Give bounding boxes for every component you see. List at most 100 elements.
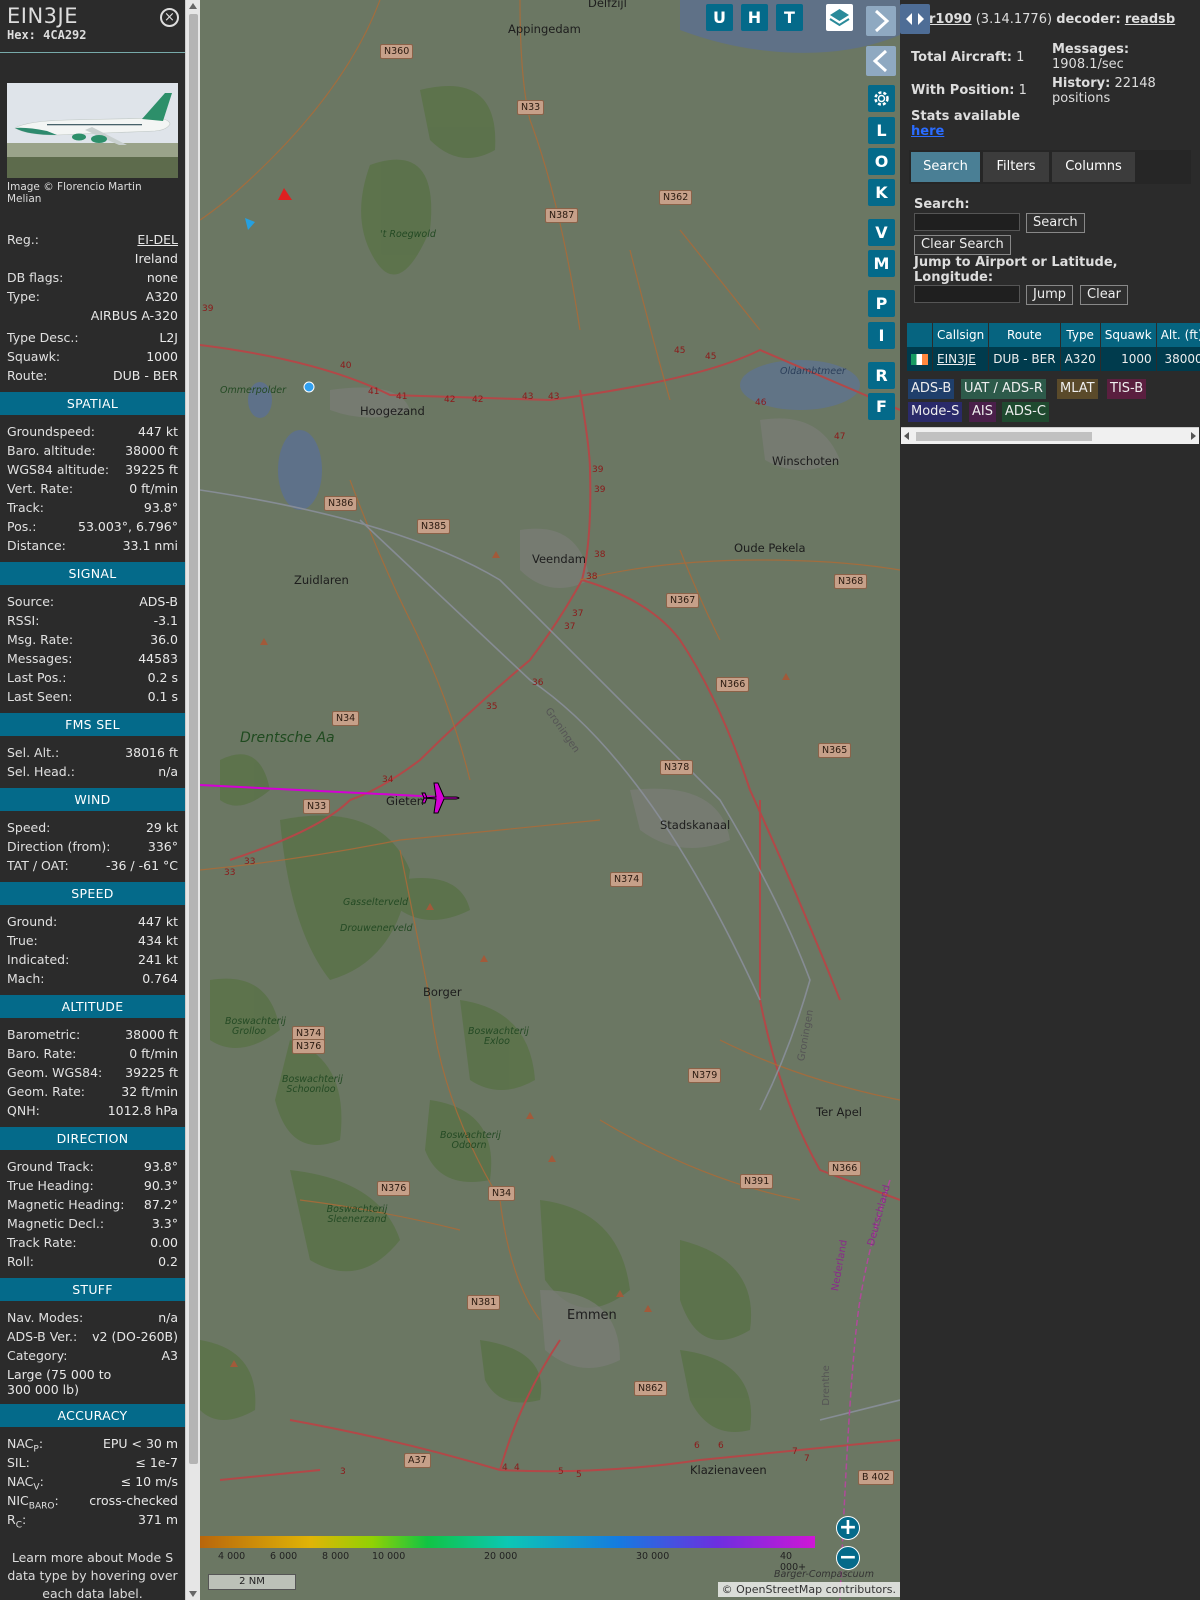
settings-button[interactable]: [868, 85, 895, 112]
map-town-label: Zuidlaren: [294, 573, 349, 587]
close-icon[interactable]: ×: [160, 8, 179, 27]
source-badge-mlat: MLAT: [1057, 379, 1098, 399]
scroll-right-arrow-icon[interactable]: [1191, 432, 1196, 440]
row-label: Sel. Head.:: [7, 764, 75, 779]
scroll-down-arrow-icon[interactable]: [189, 1591, 197, 1597]
info-row: Ground: 447 kt: [7, 912, 178, 931]
road-shield: N366: [828, 1161, 862, 1176]
row-value: 447 kt: [138, 914, 178, 929]
scrollbar-thumb[interactable]: [189, 14, 198, 1464]
row-value: 3.3°: [151, 1216, 178, 1231]
callsign-link[interactable]: EIN3JE: [937, 352, 976, 366]
row-label: Squawk:: [7, 349, 61, 364]
stats-here-link[interactable]: here: [911, 124, 944, 139]
section-rows-altitude: Barometric: 38000 ft Baro. Rate: 0 ft/min Ge…: [0, 1025, 185, 1120]
km-marker: 39: [202, 304, 214, 314]
toggle-p-button[interactable]: P: [868, 290, 895, 317]
row-value: ≤ 10 m/s: [120, 1474, 178, 1489]
scroll-left-arrow-icon[interactable]: [904, 432, 909, 440]
label-text: NIC: [7, 1493, 29, 1508]
tab-columns[interactable]: Columns: [1052, 152, 1135, 182]
row-value: 39225 ft: [125, 1065, 178, 1080]
label-text: NAC: [7, 1474, 34, 1489]
toggle-u-button[interactable]: U: [706, 4, 733, 31]
altitude-tick: 6 000: [270, 1551, 298, 1562]
table-row[interactable]: EIN3JE DUB - BER A320 1000 38000: [907, 347, 1200, 371]
toggle-h-button[interactable]: H: [741, 4, 768, 31]
altitude-tick: 20 000: [484, 1551, 518, 1562]
callsign-cell[interactable]: EIN3JE: [932, 347, 990, 371]
tab-filters[interactable]: Filters: [983, 152, 1049, 182]
app-title: tar1090 (3.14.1776) decoder: readsb: [914, 12, 1175, 27]
section-rows-accuracy: NACP: EPU < 30 m SIL: ≤ 1e-7 NACV: ≤ 10 m/s NI…: [0, 1434, 185, 1531]
expand-right-button[interactable]: [866, 6, 896, 36]
row-label: Source:: [7, 594, 55, 609]
row-label: Sel. Alt.:: [7, 745, 60, 760]
clear-jump-button[interactable]: Clear: [1080, 285, 1128, 305]
section-rows-spatial: Groundspeed: 447 kt Baro. altitude: 38000 f…: [0, 422, 185, 555]
toggle-t-button[interactable]: T: [776, 4, 803, 31]
collapse-left-button[interactable]: [866, 46, 896, 76]
road-shield: N360: [380, 44, 414, 59]
layers-button[interactable]: [826, 4, 853, 31]
photo-credit: Image © Florencio Martin Melian: [7, 181, 142, 205]
search-button[interactable]: Search: [1026, 213, 1085, 233]
map-nature-label: 't Roegwold: [380, 229, 436, 240]
toggle-o-button[interactable]: O: [868, 148, 895, 175]
zoom-out-button[interactable]: −: [836, 1546, 860, 1570]
row-label: Msg. Rate:: [7, 632, 74, 647]
section-rows-direction: Ground Track: 93.8° True Heading: 90.3° Magn…: [0, 1157, 185, 1271]
row-label: Ground Track:: [7, 1159, 94, 1174]
row-value: -3.1: [153, 613, 178, 628]
jump-input[interactable]: [914, 285, 1020, 303]
aircraft-table: Callsign Route Type Squawk Alt. (ft) EIN…: [907, 323, 1200, 371]
column-header-type[interactable]: Type: [1060, 323, 1101, 347]
toggle-m-button[interactable]: M: [868, 250, 895, 277]
toggle-k-button[interactable]: K: [868, 179, 895, 206]
squawk-cell: 1000: [1100, 347, 1157, 371]
toggle-r-button[interactable]: R: [868, 362, 895, 389]
info-row: Barometric: 38000 ft: [7, 1025, 178, 1044]
search-input[interactable]: [914, 213, 1020, 231]
zoom-in-button[interactable]: +: [836, 1516, 860, 1540]
info-row: Source: ADS-B: [7, 592, 178, 611]
clear-search-button[interactable]: Clear Search: [914, 235, 1011, 255]
map-nature-label: Boswachterij Odoorn: [440, 1130, 501, 1151]
registration-link[interactable]: EI-DEL: [137, 230, 178, 249]
map-lake-label: Oldambtmeer: [780, 366, 846, 377]
toggle-l-button[interactable]: L: [868, 117, 895, 144]
map-nature-label: Drentsche Aa: [240, 730, 335, 746]
column-header-flag[interactable]: [907, 323, 933, 347]
km-marker: 5: [576, 1470, 582, 1480]
column-header-altitude[interactable]: Alt. (ft): [1156, 323, 1200, 347]
table-horizontal-scrollbar[interactable]: [901, 427, 1199, 444]
toggle-v-button[interactable]: V: [868, 219, 895, 246]
column-header-callsign[interactable]: Callsign: [932, 323, 990, 347]
info-row: Pos.: 53.003°, 6.796°: [7, 517, 178, 536]
row-label: WGS84 altitude:: [7, 462, 110, 477]
toggle-i-button[interactable]: I: [868, 322, 895, 349]
label-subscript: BARO: [28, 1501, 55, 1512]
jump-button[interactable]: Jump: [1026, 285, 1073, 305]
aircraft-photo[interactable]: [7, 83, 178, 178]
row-label: Direction (from):: [7, 839, 111, 854]
toggle-f-button[interactable]: F: [868, 393, 895, 420]
road-shield: N391: [740, 1174, 774, 1189]
tab-search[interactable]: Search: [911, 152, 980, 182]
column-header-squawk[interactable]: Squawk: [1100, 323, 1157, 347]
row-label: RSSI:: [7, 613, 40, 628]
column-header-route[interactable]: Route: [988, 323, 1061, 347]
here-link[interactable]: here: [911, 124, 944, 139]
osm-link[interactable]: OpenStreetMap: [736, 1583, 822, 1596]
selected-aircraft-icon[interactable]: [420, 778, 464, 818]
map-view[interactable]: Appingedam Hoogezand Veendam Zuidlaren O…: [200, 0, 900, 1600]
stat-label: Messages:: [1052, 42, 1130, 57]
row-value: 38000 ft: [125, 443, 178, 458]
info-panel-scrollbar[interactable]: [185, 0, 200, 1600]
panel-resize-handle[interactable]: [900, 4, 930, 34]
decoder-link[interactable]: readsb: [1125, 12, 1175, 27]
scrollbar-thumb[interactable]: [916, 432, 1092, 441]
scroll-up-arrow-icon[interactable]: [189, 3, 197, 9]
map-town-label: Veendam: [532, 552, 586, 566]
section-rows-stuff: Nav. Modes: n/a ADS-B Ver.: v2 (DO-260B) Cat…: [0, 1308, 185, 1397]
